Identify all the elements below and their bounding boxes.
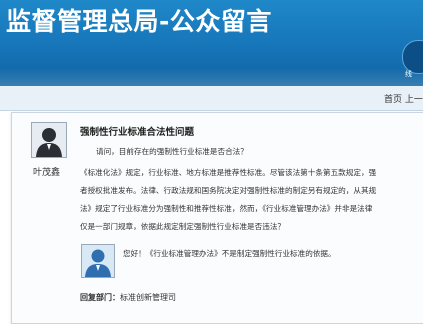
- staff-silhouette-icon: [82, 245, 114, 277]
- question-line: 法》规定了行业标准分为强制性和推荐性标准，然而，《行业标准管理办法》并非是法律: [80, 204, 373, 213]
- reply-department-name: 标准创新管理司: [120, 293, 176, 302]
- site-header: 监督管理总局-公众留言 线: [0, 0, 423, 86]
- reply-department-label: 回复部门：: [80, 293, 120, 302]
- question-line: 仅是一部门规章，依据此规定制定强制性行业标准是否违法？: [80, 222, 286, 231]
- asker-avatar: [31, 122, 67, 158]
- message-card: [11, 112, 423, 324]
- question-line: 《标准化法》规定，行业标准、地方标准是推荐性标准。尽管该法第十条第五款规定，强: [80, 168, 377, 177]
- navigation-bar: [0, 86, 423, 111]
- question-line: 请问，目前存在的强制性行业标准是否合法？: [96, 147, 248, 156]
- user-silhouette-icon: [32, 123, 66, 157]
- header-glow: [0, 68, 423, 86]
- pagination-links[interactable]: 首页 上一: [384, 92, 423, 105]
- site-title: 监督管理总局-公众留言: [6, 7, 272, 36]
- question-title: 强制性行业标准合法性问题: [80, 127, 195, 138]
- asker-name: 叶茂鑫: [33, 168, 61, 178]
- online-service-label[interactable]: 线: [405, 69, 412, 79]
- reply-department: 回复部门：标准创新管理司: [80, 292, 176, 303]
- reply-text: 您好！《行业标准管理办法》不是制定强制性行业标准的依据。: [123, 249, 336, 258]
- question-line: 者授权批准发布。法律、行政法规和国务院决定对强制性标准的制定另有规定的，从其规: [80, 186, 377, 195]
- reply-avatar: [81, 244, 115, 278]
